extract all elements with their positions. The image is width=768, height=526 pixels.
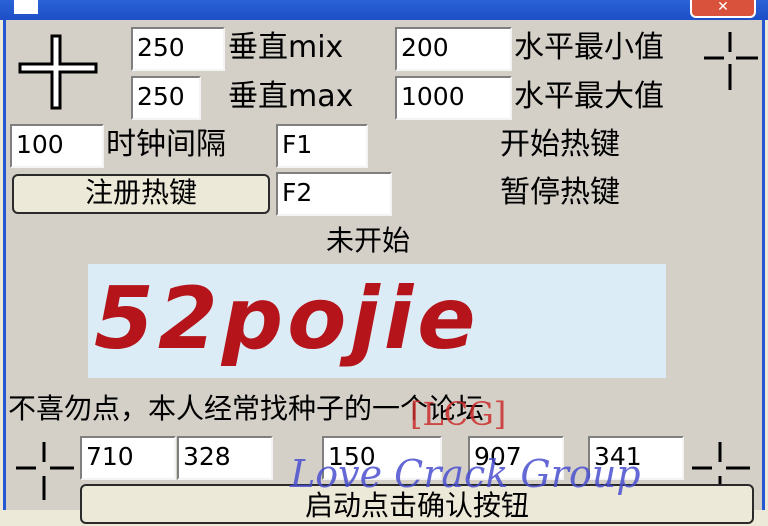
pause-hotkey-label: 暂停热键 (500, 175, 620, 210)
pause-hotkey-input[interactable]: F2 (276, 172, 392, 216)
app-icon (14, 0, 38, 14)
coord-input-2[interactable]: 328 (177, 436, 273, 480)
timer-interval-input[interactable]: 100 (10, 124, 104, 168)
start-hotkey-input[interactable]: F1 (276, 124, 368, 168)
vertical-min-label: 垂直mix (228, 30, 344, 65)
banner-image[interactable]: 52pojie (88, 264, 666, 378)
crosshair-icon[interactable] (14, 440, 76, 502)
vertical-min-input[interactable]: 250 (131, 27, 225, 71)
coord-input-1[interactable]: 710 (80, 436, 176, 480)
start-hotkey-label: 开始热键 (500, 127, 620, 162)
vertical-max-input[interactable]: 250 (131, 76, 201, 120)
horizontal-min-label: 水平最小值 (514, 30, 664, 65)
watermark-tag: [LCG] (410, 395, 507, 433)
timer-interval-label: 时钟间隔 (106, 127, 226, 162)
watermark-name: Love Crack Group (290, 452, 641, 496)
vertical-max-label: 垂直max (228, 79, 354, 114)
crosshair-icon[interactable] (702, 30, 760, 92)
horizontal-min-input[interactable]: 200 (395, 27, 512, 71)
banner-logo: 52pojie (94, 269, 480, 369)
horizontal-max-label: 水平最大值 (514, 79, 664, 114)
close-button[interactable]: ✕ (690, 0, 756, 18)
register-hotkey-button[interactable]: 注册热键 (12, 174, 270, 214)
status-text: 未开始 (326, 224, 411, 257)
crosshair-icon[interactable] (18, 34, 98, 110)
title-bar: ✕ (0, 0, 768, 20)
horizontal-max-input[interactable]: 1000 (395, 76, 512, 120)
